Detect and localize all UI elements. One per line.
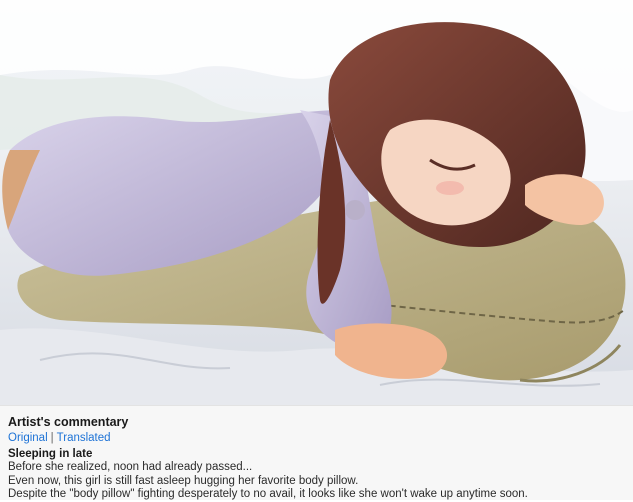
tab-original[interactable]: Original xyxy=(8,432,48,444)
artist-page: Artist's commentary Original | Translated … xyxy=(0,0,633,500)
commentary-subtitle: Sleeping in late xyxy=(8,448,93,460)
commentary-line-2: Even now, this girl is still fast asleep… xyxy=(8,474,359,487)
commentary-tabs: Original | Translated xyxy=(8,431,625,446)
commentary-line-3: Despite the "body pillow" fighting despe… xyxy=(8,488,528,500)
artwork-image[interactable] xyxy=(0,0,633,405)
illustration-image xyxy=(0,0,633,405)
tab-translated[interactable]: Translated xyxy=(57,432,111,444)
artist-commentary-panel: Artist's commentary Original | Translated … xyxy=(0,405,633,500)
commentary-line-1: Before she realized, noon had already pa… xyxy=(8,461,253,473)
commentary-title: Artist's commentary xyxy=(8,415,129,429)
tab-separator: | xyxy=(50,432,54,444)
